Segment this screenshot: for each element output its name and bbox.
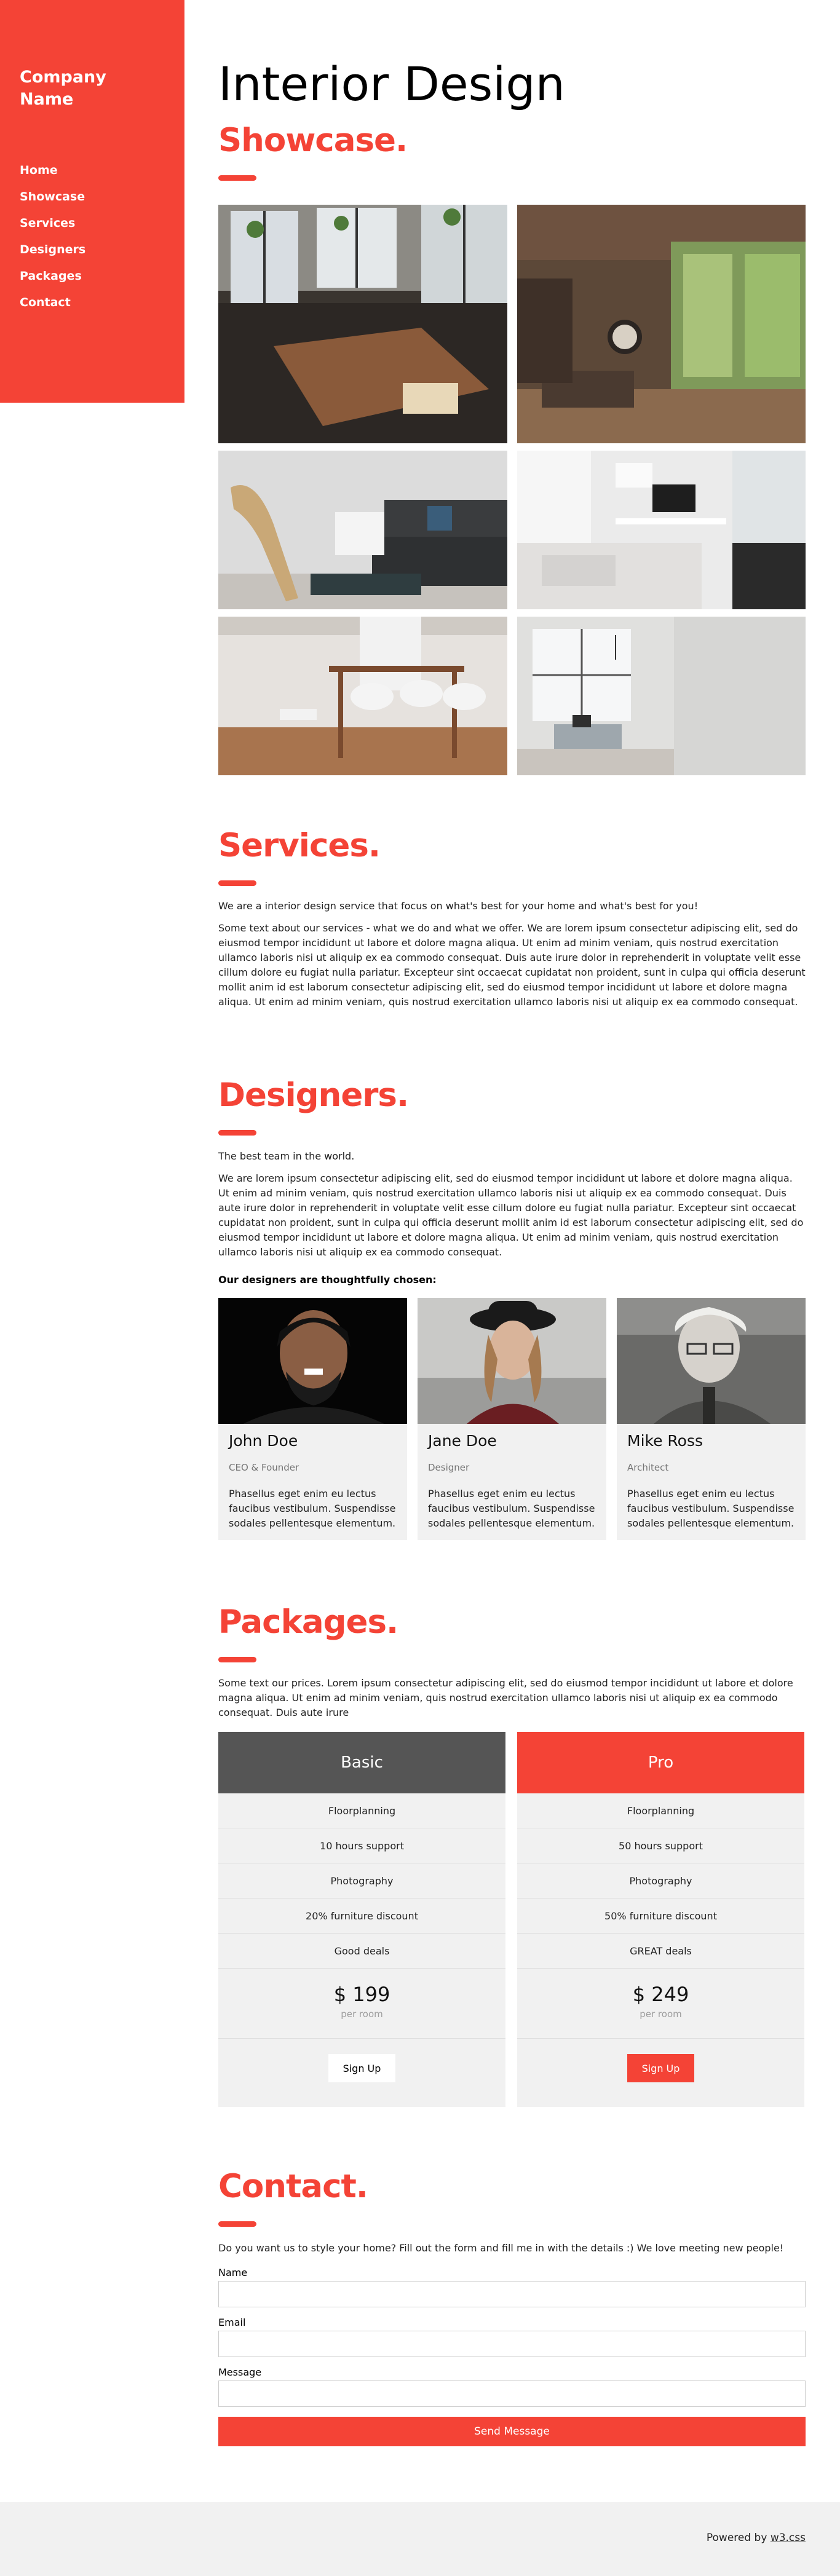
designer-card: Mike Ross Architect Phasellus eget enim … bbox=[617, 1298, 806, 1540]
plan-price: $ 199 bbox=[333, 1983, 390, 2006]
services-body: Some text about our services - what we d… bbox=[218, 922, 806, 1008]
designer-name: Jane Doe bbox=[428, 1432, 497, 1450]
email-label: Email bbox=[218, 2317, 246, 2328]
plan-feature: Photography bbox=[218, 1863, 505, 1898]
showcase-accent-bar bbox=[218, 175, 256, 181]
plan-feature: Floorplanning bbox=[517, 1793, 804, 1828]
packages-title: Packages. bbox=[218, 1603, 398, 1641]
company-name: Company Name bbox=[20, 68, 106, 109]
designers-title: Designers. bbox=[218, 1077, 409, 1114]
showcase-image-dining[interactable] bbox=[218, 205, 507, 443]
designer-card: Jane Doe Designer Phasellus eget enim eu… bbox=[418, 1298, 606, 1540]
plan-feature: Floorplanning bbox=[218, 1793, 505, 1828]
name-input[interactable] bbox=[218, 2281, 806, 2307]
pricing-card-pro: Pro Floorplanning 50 hours support Photo… bbox=[517, 1732, 804, 2107]
designer-card: John Doe CEO & Founder Phasellus eget en… bbox=[218, 1298, 407, 1540]
services-title: Services. bbox=[218, 827, 381, 864]
showcase-image-sofa[interactable] bbox=[218, 451, 507, 609]
designers-accent-bar bbox=[218, 1130, 256, 1136]
message-input[interactable] bbox=[218, 2380, 806, 2407]
plan-period: per room bbox=[341, 2009, 383, 2020]
nav-services[interactable]: Services bbox=[20, 210, 165, 237]
showcase-image-living-room[interactable] bbox=[517, 205, 806, 443]
designer-photo bbox=[617, 1298, 806, 1424]
plan-feature: Photography bbox=[517, 1863, 804, 1898]
designers-intro: The best team in the world. bbox=[218, 1150, 355, 1162]
packages-intro: Some text our prices. Lorem ipsum consec… bbox=[218, 1677, 793, 1718]
footer: Powered by w3.css bbox=[0, 2502, 840, 2576]
plan-feature: 50% furniture discount bbox=[517, 1898, 804, 1934]
packages-accent-bar bbox=[218, 1657, 256, 1662]
plan-name: Pro bbox=[517, 1732, 804, 1793]
plan-price-block: $ 249 per room bbox=[517, 1969, 804, 2039]
name-label: Name bbox=[218, 2267, 248, 2278]
nav-packages[interactable]: Packages bbox=[20, 263, 165, 290]
sign-up-button-basic[interactable]: Sign Up bbox=[328, 2054, 395, 2082]
sign-up-button-pro[interactable]: Sign Up bbox=[627, 2054, 694, 2082]
footer-credit: Powered by w3.css bbox=[707, 2532, 806, 2544]
footer-text: Powered by bbox=[706, 2532, 767, 2544]
nav-home[interactable]: Home bbox=[20, 157, 165, 184]
plan-price-block: $ 199 per room bbox=[218, 1969, 505, 2039]
email-input[interactable] bbox=[218, 2331, 806, 2357]
contact-title: Contact. bbox=[218, 2168, 368, 2205]
plan-footer: Sign Up bbox=[218, 2039, 505, 2098]
plan-feature: Good deals bbox=[218, 1934, 505, 1969]
designers-body: We are lorem ipsum consectetur adipiscin… bbox=[218, 1172, 804, 1258]
plan-price: $ 249 bbox=[632, 1983, 689, 2006]
nav-contact[interactable]: Contact bbox=[20, 290, 165, 316]
plan-feature: GREAT deals bbox=[517, 1934, 804, 1969]
designer-role: Architect bbox=[627, 1462, 669, 1473]
nav-designers[interactable]: Designers bbox=[20, 237, 165, 263]
plan-feature: 10 hours support bbox=[218, 1828, 505, 1863]
services-accent-bar bbox=[218, 880, 256, 886]
plan-period: per room bbox=[640, 2009, 682, 2020]
footer-link[interactable]: w3.css bbox=[771, 2532, 806, 2544]
designer-description: Phasellus eget enim eu lectus faucibus v… bbox=[428, 1488, 595, 1529]
message-label: Message bbox=[218, 2366, 262, 2378]
page-title: Interior Design bbox=[218, 57, 565, 111]
plan-footer: Sign Up bbox=[517, 2039, 804, 2098]
designer-photo bbox=[418, 1298, 606, 1424]
designer-role: Designer bbox=[428, 1462, 470, 1473]
showcase-title: Showcase. bbox=[218, 122, 408, 159]
sidebar: Company Name Home Showcase Services Desi… bbox=[0, 0, 184, 403]
showcase-image-bright-room[interactable] bbox=[517, 617, 806, 775]
designer-photo bbox=[218, 1298, 407, 1424]
nav-showcase[interactable]: Showcase bbox=[20, 184, 165, 210]
plan-name: Basic bbox=[218, 1732, 505, 1793]
services-intro: We are a interior design service that fo… bbox=[218, 900, 699, 912]
designers-lead: Our designers are thoughtfully chosen: bbox=[218, 1274, 437, 1286]
designer-description: Phasellus eget enim eu lectus faucibus v… bbox=[627, 1488, 794, 1529]
contact-intro: Do you want us to style your home? Fill … bbox=[218, 2242, 784, 2254]
contact-accent-bar bbox=[218, 2221, 256, 2227]
showcase-image-dining-chairs[interactable] bbox=[218, 617, 507, 775]
showcase-image-bedroom[interactable] bbox=[517, 451, 806, 609]
designer-role: CEO & Founder bbox=[229, 1462, 299, 1473]
designer-name: John Doe bbox=[229, 1432, 298, 1450]
designer-name: Mike Ross bbox=[627, 1432, 703, 1450]
pricing-card-basic: Basic Floorplanning 10 hours support Pho… bbox=[218, 1732, 505, 2107]
plan-feature: 50 hours support bbox=[517, 1828, 804, 1863]
plan-feature: 20% furniture discount bbox=[218, 1898, 505, 1934]
designer-description: Phasellus eget enim eu lectus faucibus v… bbox=[229, 1488, 396, 1529]
send-message-button[interactable]: Send Message bbox=[218, 2417, 806, 2446]
